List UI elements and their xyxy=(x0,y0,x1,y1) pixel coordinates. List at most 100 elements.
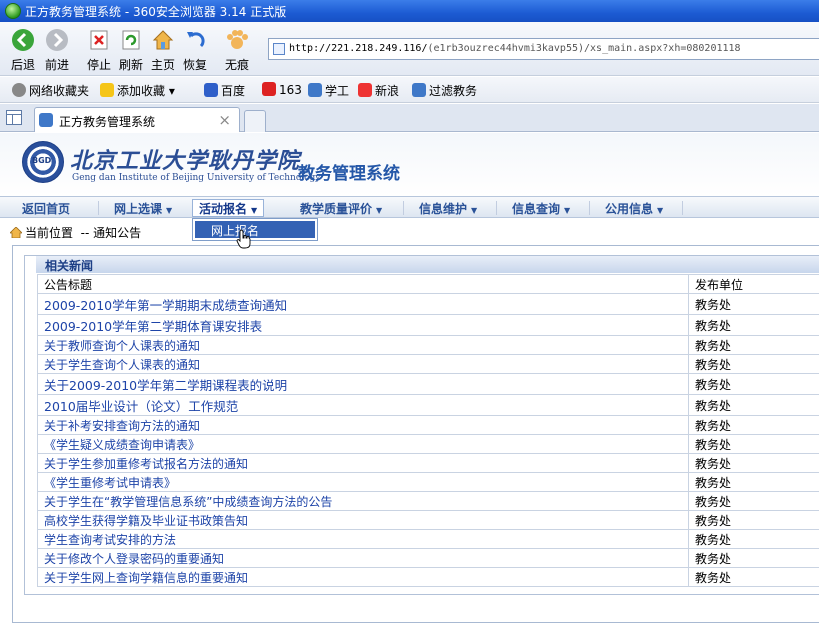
chevron-down-icon: ▼ xyxy=(657,206,664,215)
news-title-link[interactable]: 2009-2010学年第一学期期末成绩查询通知 xyxy=(37,293,689,315)
school-logo-icon xyxy=(22,141,64,183)
table-row: 《学生重修考试申请表》 教务处 xyxy=(37,472,819,492)
table-row: 关于学生查询个人课表的通知 教务处 xyxy=(37,354,819,374)
nav-course-selection[interactable]: 网上选课 ▼ xyxy=(114,199,172,217)
news-title-link[interactable]: 2009-2010学年第二学期体育课安排表 xyxy=(37,314,689,336)
column-header-title: 公告标题 xyxy=(37,274,689,294)
baidu-icon xyxy=(204,83,218,97)
sidebar-toggle-icon[interactable] xyxy=(6,110,22,125)
nav-info-query[interactable]: 信息查询 ▼ xyxy=(512,199,570,217)
restore-label: 恢复 xyxy=(182,58,207,72)
undo-icon xyxy=(187,32,205,48)
browser-toolbar: 后退 前进 停止 刷新 主页 恢复 无痕 http://221.218.249.… xyxy=(0,22,819,76)
fav-sina[interactable]: 新浪 xyxy=(358,82,399,99)
fav-filter[interactable]: 过滤教务 xyxy=(412,82,477,99)
refresh-button[interactable]: 刷新 xyxy=(114,28,148,73)
school-name-cn: 北京工业大学耿丹学院 xyxy=(70,148,301,174)
chevron-down-icon: ▼ xyxy=(376,206,383,215)
fav-label: 学工 xyxy=(325,84,350,98)
news-title-link[interactable]: 关于修改个人登录密码的重要通知 xyxy=(37,548,689,568)
restore-button[interactable]: 恢复 xyxy=(178,28,212,73)
table-row: 高校学生获得学籍及毕业证书政策告知 教务处 xyxy=(37,510,819,530)
home-icon xyxy=(10,227,22,238)
news-title-link[interactable]: 关于教师查询个人课表的通知 xyxy=(37,335,689,355)
stop-icon xyxy=(90,30,108,50)
news-title-link[interactable]: 《学生重修考试申请表》 xyxy=(37,472,689,492)
school-name-en: Geng dan Institute of Beijing University… xyxy=(72,173,321,183)
stop-button[interactable]: 停止 xyxy=(82,28,116,73)
nav-teaching-evaluation[interactable]: 教学质量评价 ▼ xyxy=(300,199,382,217)
traceless-button[interactable]: 无痕 xyxy=(220,28,254,73)
fav-label: 过滤教务 xyxy=(429,84,478,98)
news-title-link[interactable]: 学生查询考试安排的方法 xyxy=(37,529,689,549)
new-tab-button[interactable] xyxy=(244,110,266,132)
window-title: 正方教务管理系统 - 360安全浏览器 3.14 正式版 xyxy=(25,5,287,19)
ie-icon xyxy=(308,83,322,97)
nav-public-info[interactable]: 公用信息 ▼ xyxy=(605,199,663,217)
fav-163[interactable]: 163 xyxy=(262,82,302,97)
dropdown-item-online-signup[interactable]: 网上报名 xyxy=(195,221,315,238)
news-dept: 教务处 xyxy=(688,548,819,568)
news-title-link[interactable]: 关于学生网上查询学籍信息的重要通知 xyxy=(37,567,689,587)
news-table: 公告标题 发布单位 2009-2010学年第一学期期末成绩查询通知 教务处 200… xyxy=(37,274,819,587)
chevron-down-icon: ▼ xyxy=(471,206,478,215)
window-title-bar: 正方教务管理系统 - 360安全浏览器 3.14 正式版 xyxy=(0,0,819,22)
chevron-down-icon: ▼ xyxy=(251,206,258,215)
table-row: 学生查询考试安排的方法 教务处 xyxy=(37,529,819,549)
fav-baidu[interactable]: 百度 xyxy=(204,82,245,99)
table-row: 2009-2010学年第二学期体育课安排表 教务处 xyxy=(37,314,819,336)
news-dept: 教务处 xyxy=(688,314,819,336)
news-dept: 教务处 xyxy=(688,491,819,511)
news-dept: 教务处 xyxy=(688,335,819,355)
hand-cursor-icon xyxy=(236,229,251,249)
table-row: 《学生疑义成绩查询申请表》 教务处 xyxy=(37,434,819,454)
news-title-link[interactable]: 关于2009-2010学年第二学期课程表的说明 xyxy=(37,373,689,395)
forward-button[interactable]: 前进 xyxy=(40,28,74,73)
news-title-link[interactable]: 《学生疑义成绩查询申请表》 xyxy=(37,434,689,454)
activity-signup-dropdown: 网上报名 xyxy=(192,218,318,241)
news-dept: 教务处 xyxy=(688,354,819,374)
news-title-link[interactable]: 关于学生在“教学管理信息系统”中成绩查询方法的公告 xyxy=(37,491,689,511)
table-header-row: 公告标题 发布单位 xyxy=(37,274,819,294)
tab-label: 正方教务管理系统 xyxy=(59,115,156,129)
nav-label: 公用信息 xyxy=(605,202,654,216)
news-dept: 教务处 xyxy=(688,453,819,473)
close-tab-icon[interactable]: × xyxy=(218,111,231,129)
favorites-bar: 网络收藏夹 添加收藏 ▾ 百度 163 学工 新浪 过滤教务 xyxy=(0,77,819,103)
table-row: 关于学生网上查询学籍信息的重要通知 教务处 xyxy=(37,567,819,587)
address-host: http://221.218.249.116/ xyxy=(289,43,428,54)
site-header: 北京工业大学耿丹学院 Geng dan Institute of Beijing… xyxy=(0,133,819,196)
back-label: 后退 xyxy=(10,58,35,72)
news-dept: 教务处 xyxy=(688,373,819,395)
news-title-link[interactable]: 关于补考安排查询方法的通知 xyxy=(37,415,689,435)
back-button[interactable]: 后退 xyxy=(6,28,40,73)
fav-add[interactable]: 添加收藏 ▾ xyxy=(100,82,175,99)
fav-xuegong[interactable]: 学工 xyxy=(308,82,349,99)
home-button[interactable]: 主页 xyxy=(146,28,180,73)
nav-activity-signup[interactable]: 活动报名 ▼ xyxy=(192,199,265,217)
fav-label: 新浪 xyxy=(375,84,400,98)
ie-icon xyxy=(412,83,426,97)
table-row: 关于2009-2010学年第二学期课程表的说明 教务处 xyxy=(37,373,819,395)
refresh-icon xyxy=(122,30,140,50)
nav-home[interactable]: 返回首页 xyxy=(22,199,70,217)
lock-icon xyxy=(12,83,26,97)
news-title-link[interactable]: 2010届毕业设计（论文）工作规范 xyxy=(37,394,689,416)
stop-label: 停止 xyxy=(86,58,111,72)
tab-active[interactable]: 正方教务管理系统 × xyxy=(34,107,240,132)
address-bar[interactable]: http://221.218.249.116/(e1rb3ouzrec44hvm… xyxy=(268,38,819,60)
fav-network[interactable]: 网络收藏夹 xyxy=(12,82,89,99)
fav-label: 网络收藏夹 xyxy=(29,84,90,98)
nav-separator xyxy=(98,201,99,215)
forward-arrow-icon xyxy=(46,29,68,51)
table-row: 2009-2010学年第一学期期末成绩查询通知 教务处 xyxy=(37,293,819,315)
traceless-label: 无痕 xyxy=(224,58,249,72)
nav-info-maintenance[interactable]: 信息维护 ▼ xyxy=(419,199,477,217)
news-title-link[interactable]: 高校学生获得学籍及毕业证书政策告知 xyxy=(37,510,689,530)
news-dept: 教务处 xyxy=(688,415,819,435)
address-path: (e1rb3ouzrec44hvmi3kavp55)/xs_main.aspx?… xyxy=(427,43,741,54)
news-title-link[interactable]: 关于学生查询个人课表的通知 xyxy=(37,354,689,374)
news-title-link[interactable]: 关于学生参加重修考试报名方法的通知 xyxy=(37,453,689,473)
back-arrow-icon xyxy=(12,29,34,51)
system-title: 教务管理系统 xyxy=(298,164,400,184)
